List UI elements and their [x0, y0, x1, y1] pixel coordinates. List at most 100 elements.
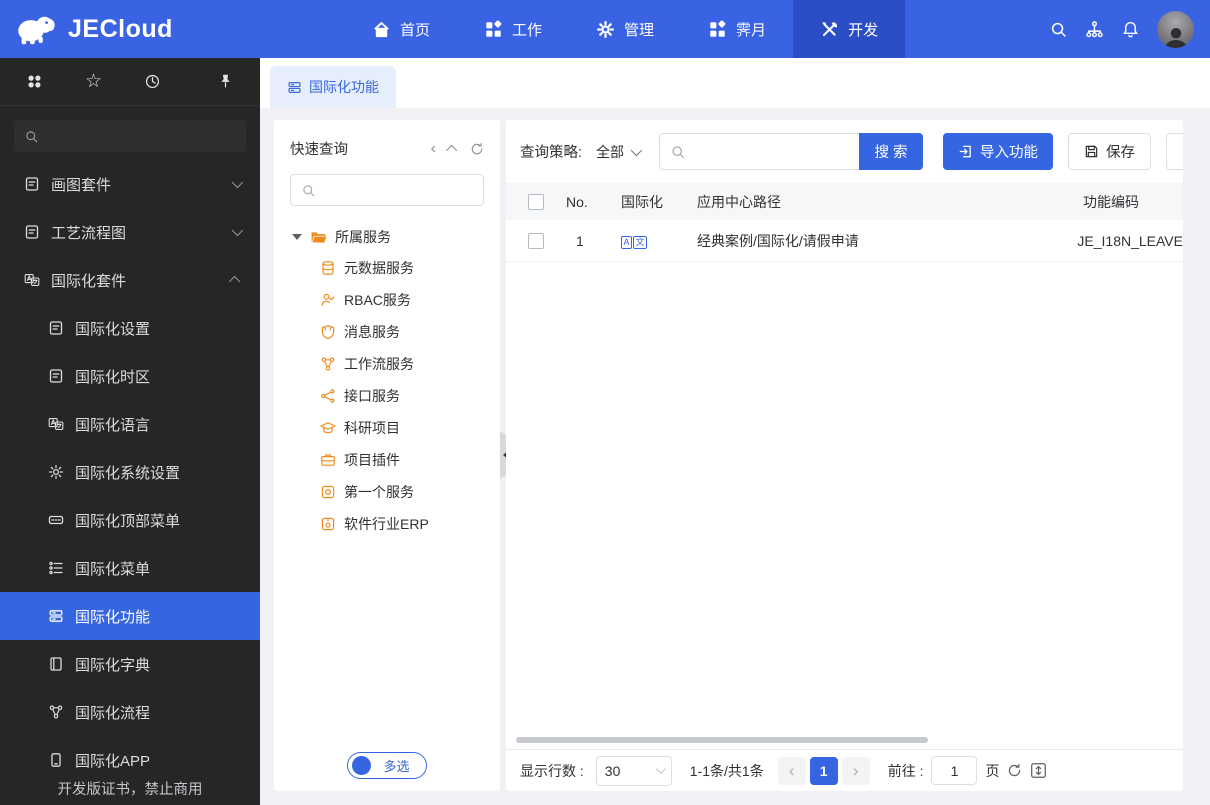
sidebar-item-process-flow[interactable]: 工艺流程图	[0, 208, 260, 256]
tree-item-software-erp[interactable]: 软件行业ERP	[292, 508, 492, 540]
sidebar-item-i18n-settings[interactable]: 国际化设置	[0, 304, 260, 352]
nav-label: 首页	[400, 21, 431, 39]
range-summary: 1-1条/共1条	[689, 762, 764, 779]
user-avatar[interactable]	[1157, 10, 1194, 48]
refresh-icon[interactable]	[470, 142, 484, 156]
document-icon	[48, 368, 64, 384]
sidebar-item-label: 工艺流程图	[51, 224, 127, 242]
goto-page-label: 前往 :	[887, 762, 924, 779]
collapse-left-icon[interactable]: ‹	[431, 140, 436, 157]
sidebar-item-label: 国际化菜单	[75, 560, 151, 578]
sidebar-item-i18n-function[interactable]: 国际化功能	[0, 592, 260, 640]
sidebar-item-i18n-app[interactable]: 国际化APP	[0, 736, 260, 784]
table-row[interactable]: 1 A 文 经典案例/国际化/请假申请 JE_I18N_LEAVE	[506, 220, 1183, 262]
sidebar-item-label: 国际化语言	[75, 416, 151, 434]
nav-item-manage[interactable]: 管理	[569, 0, 681, 58]
home-icon	[372, 20, 391, 39]
topbar-menu-icon	[48, 512, 64, 528]
tree-root-label: 所属服务	[335, 229, 391, 245]
bell-icon[interactable]	[1121, 20, 1140, 39]
apps-grid-icon	[484, 20, 503, 39]
save-button[interactable]: 保存	[1068, 133, 1152, 170]
rows-per-page-select[interactable]: 30	[595, 755, 672, 786]
sidebar-item-drawing-suite[interactable]: 画图套件	[0, 160, 260, 208]
tab-i18n-function[interactable]: 国际化功能	[270, 66, 396, 108]
translate-badge-icon[interactable]: A 文	[621, 236, 648, 249]
app-logo[interactable]: JECloud	[0, 0, 250, 58]
sidebar-item-label: 国际化字典	[75, 656, 151, 674]
collapse-up-icon[interactable]	[445, 144, 458, 156]
sidebar-item-label: 国际化时区	[75, 368, 151, 386]
column-header-i18n: 国际化	[621, 193, 663, 210]
next-page-button[interactable]: ›	[841, 756, 870, 785]
query-strategy-select[interactable]: 全部	[596, 142, 643, 162]
tree-item-message-service[interactable]: 消息服务	[292, 316, 492, 348]
sidebar-search-input[interactable]	[47, 128, 236, 144]
clock-icon[interactable]	[144, 73, 161, 90]
sidebar-item-i18n-language[interactable]: 国际化语言	[0, 400, 260, 448]
sidebar-item-i18n-dictionary[interactable]: 国际化字典	[0, 640, 260, 688]
horizontal-scrollbar[interactable]	[516, 737, 928, 743]
service-tree: 所属服务 元数据服务 RBAC服务 消息服务 工作流服务 接口服务 科研项目 项…	[292, 222, 492, 540]
tab-bar: 国际化功能	[260, 58, 1210, 108]
refresh-icon[interactable]	[1007, 763, 1022, 778]
prev-page-button[interactable]: ‹	[777, 756, 806, 785]
row-checkbox[interactable]	[528, 232, 544, 249]
search-button[interactable]: 搜 索	[859, 133, 924, 170]
tree-item-workflow-service[interactable]: 工作流服务	[292, 348, 492, 380]
tree-item-first-service[interactable]: 第一个服务	[292, 476, 492, 508]
sidebar-item-i18n-workflow[interactable]: 国际化流程	[0, 688, 260, 736]
chevron-up-icon	[228, 275, 241, 288]
grid-icon[interactable]	[26, 73, 43, 90]
sidebar-item-i18n-system-settings[interactable]: 国际化系统设置	[0, 448, 260, 496]
nav-item-develop[interactable]: 开发	[793, 0, 906, 58]
tree-item-metadata-service[interactable]: 元数据服务	[292, 252, 492, 284]
org-chart-icon[interactable]	[1085, 20, 1104, 39]
tree-item-label: 第一个服务	[344, 484, 414, 500]
tree-item-label: RBAC服务	[344, 292, 411, 308]
document-icon	[24, 224, 40, 240]
table-header: No. 国际化 应用中心路径 功能编码	[506, 183, 1183, 220]
workflow-icon	[320, 356, 336, 372]
expand-rows-icon[interactable]	[1030, 762, 1047, 779]
caret-down-icon[interactable]	[292, 234, 302, 240]
sidebar-item-label: 国际化设置	[75, 320, 151, 338]
multi-select-label: 多选	[383, 759, 410, 774]
database-icon	[320, 260, 336, 276]
goto-page-input[interactable]	[931, 756, 978, 785]
function-search-input[interactable]	[694, 143, 850, 160]
current-page[interactable]: 1	[809, 756, 838, 785]
clipped-button[interactable]	[1166, 133, 1183, 170]
sidebar-item-label: 国际化APP	[75, 752, 151, 770]
nav-item-home[interactable]: 首页	[345, 0, 457, 58]
import-button-label: 导入功能	[980, 145, 1039, 161]
erp-box-icon	[320, 516, 336, 532]
multi-select-toggle[interactable]: 多选	[347, 752, 427, 779]
select-all-checkbox[interactable]	[528, 193, 544, 210]
nav-item-work[interactable]: 工作	[457, 0, 569, 58]
shield-icon	[320, 324, 336, 340]
column-header-path: 应用中心路径	[697, 193, 781, 210]
tree-item-label: 接口服务	[344, 388, 400, 404]
sidebar-item-i18n-top-menu[interactable]: 国际化顶部菜单	[0, 496, 260, 544]
tree-search-input[interactable]	[324, 182, 473, 198]
tree-item-rbac-service[interactable]: RBAC服务	[292, 284, 492, 316]
sidebar-item-i18n-suite[interactable]: 国际化套件	[0, 256, 260, 304]
tree-item-research-project[interactable]: 科研项目	[292, 412, 492, 444]
import-function-button[interactable]: 导入功能	[943, 133, 1054, 170]
sidebar-item-i18n-timezone[interactable]: 国际化时区	[0, 352, 260, 400]
pagination-bar: 显示行数 : 30 1-1条/共1条 ‹ 1 › 前往 : 页	[506, 749, 1183, 791]
search-icon	[24, 129, 39, 144]
search-icon[interactable]	[1049, 20, 1068, 39]
folder-open-icon	[310, 229, 327, 246]
nav-item-jiyue[interactable]: 霁月	[681, 0, 793, 58]
tree-item-api-service[interactable]: 接口服务	[292, 380, 492, 412]
tree-root-services[interactable]: 所属服务	[292, 222, 492, 252]
menu-list-icon	[48, 560, 64, 576]
graduation-cap-icon	[320, 420, 336, 436]
dictionary-icon	[48, 656, 64, 672]
tree-item-project-plugin[interactable]: 项目插件	[292, 444, 492, 476]
pin-icon[interactable]	[217, 73, 234, 90]
star-icon[interactable]: ☆	[85, 72, 102, 91]
sidebar-item-i18n-menu[interactable]: 国际化菜单	[0, 544, 260, 592]
